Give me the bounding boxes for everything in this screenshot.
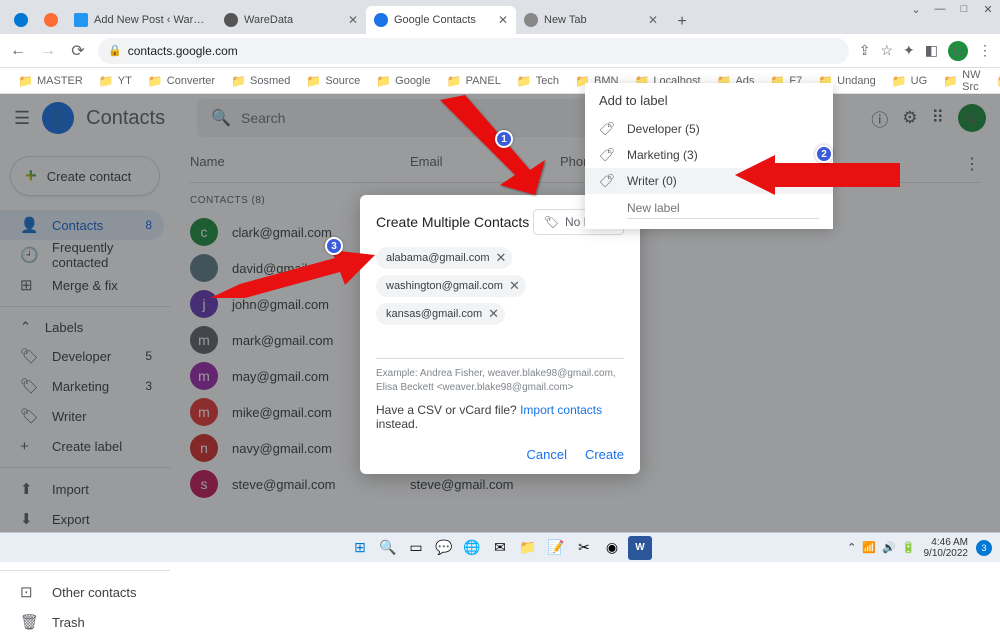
start-button[interactable]: ⊞ xyxy=(348,536,372,560)
tab-4[interactable]: Google Contacts✕ xyxy=(366,6,516,34)
chat-icon[interactable]: 💬 xyxy=(432,536,456,560)
close-icon[interactable]: ✕ xyxy=(982,3,994,15)
sidebar-trash[interactable]: 🗑 Trash xyxy=(0,607,164,637)
word-icon[interactable]: W xyxy=(628,536,652,560)
bookmark-ug[interactable]: 📁UG xyxy=(886,72,933,90)
sidebar-other[interactable]: ⊡ Other contacts xyxy=(0,577,164,607)
star-icon[interactable]: ☆ xyxy=(880,42,893,59)
annotation-badge-2: 2 xyxy=(815,145,833,163)
bookmark-yt[interactable]: 📁YT xyxy=(93,72,138,90)
tab-close-icon[interactable]: ✕ xyxy=(498,13,508,27)
battery-icon[interactable]: 🔋 xyxy=(902,541,916,554)
bookmark-master[interactable]: 📁MASTER xyxy=(12,72,89,90)
tab-2[interactable]: Add New Post ‹ WareData — W... xyxy=(66,6,216,34)
tab-1[interactable] xyxy=(36,6,66,34)
modal-title: Create Multiple Contacts xyxy=(376,214,529,230)
dropdown-title: Add to label xyxy=(585,83,833,116)
minimize-icon[interactable]: — xyxy=(934,3,946,15)
url-text: contacts.google.com xyxy=(128,44,238,58)
notification-badge[interactable]: 3 xyxy=(976,540,992,556)
add-to-label-dropdown: Add to label 🏷Developer (5) 🏷Marketing (… xyxy=(585,83,833,229)
annotation-badge-1: 1 xyxy=(495,130,513,148)
explorer-icon[interactable]: 📁 xyxy=(516,536,540,560)
label-icon: 🏷 xyxy=(599,173,615,189)
label-option-writer[interactable]: 🏷Writer (0) xyxy=(585,168,833,194)
share-icon[interactable]: ⇪ xyxy=(859,42,871,59)
extensions-icon[interactable]: ✦ xyxy=(903,42,915,59)
chrome-icon[interactable]: ◉ xyxy=(600,536,624,560)
annotation-badge-3: 3 xyxy=(325,237,343,255)
bookmarks-bar: 📁MASTER 📁YT 📁Converter 📁Sosmed 📁Source 📁… xyxy=(0,68,1000,94)
windows-taskbar: ⊞ 🔍 ▭ 💬 🌐 ✉ 📁 📝 ✂ ◉ W ⌃ 📶 🔊 🔋 4:46 AM 9/… xyxy=(0,532,1000,562)
mail-icon[interactable]: ✉ xyxy=(488,536,512,560)
bookmark-land[interactable]: 📁Land xyxy=(990,72,1000,90)
cancel-button[interactable]: Cancel xyxy=(527,447,567,462)
browser-chrome: ⌄ — □ ✕ Add New Post ‹ WareData — W... W… xyxy=(0,0,1000,68)
bookmark-sosmed[interactable]: 📁Sosmed xyxy=(225,72,296,90)
chip-remove-icon[interactable]: ✕ xyxy=(496,250,507,266)
bookmark-source[interactable]: 📁Source xyxy=(300,72,366,90)
email-chip[interactable]: kansas@gmail.com✕ xyxy=(376,303,505,325)
profile-avatar[interactable]: U xyxy=(948,41,968,61)
new-tab-button[interactable]: + xyxy=(670,10,694,34)
system-clock[interactable]: 4:46 AM 9/10/2022 xyxy=(924,537,969,559)
archive-icon: ⊡ xyxy=(20,583,38,601)
forward-button[interactable]: → xyxy=(38,41,58,61)
label-icon: 🏷 xyxy=(599,147,615,163)
chip-remove-icon[interactable]: ✕ xyxy=(488,306,499,322)
address-bar[interactable]: 🔒 contacts.google.com xyxy=(98,38,849,64)
search-icon[interactable]: 🔍 xyxy=(376,536,400,560)
new-label-input[interactable] xyxy=(627,198,819,219)
snipping-icon[interactable]: ✂ xyxy=(572,536,596,560)
label-icon: 🏷 xyxy=(544,215,559,229)
reload-button[interactable]: ⟳ xyxy=(68,41,88,61)
label-option-developer[interactable]: 🏷Developer (5) xyxy=(585,116,833,142)
tab-0[interactable] xyxy=(6,6,36,34)
chip-remove-icon[interactable]: ✕ xyxy=(509,278,520,294)
address-row: ← → ⟳ 🔒 contacts.google.com ⇪ ☆ ✦ ◧ U ⋮ xyxy=(0,34,1000,68)
notepad-icon[interactable]: 📝 xyxy=(544,536,568,560)
bookmark-tech[interactable]: 📁Tech xyxy=(511,72,565,90)
window-controls: ⌄ — □ ✕ xyxy=(910,3,994,15)
new-label-row[interactable] xyxy=(585,194,833,223)
browser-tabs: Add New Post ‹ WareData — W... WareData✕… xyxy=(0,0,1000,34)
edge-icon[interactable]: 🌐 xyxy=(460,536,484,560)
create-button[interactable]: Create xyxy=(585,447,624,462)
tray-chevron-icon[interactable]: ⌃ xyxy=(847,541,856,554)
email-chip[interactable]: washington@gmail.com✕ xyxy=(376,275,526,297)
trash-icon: 🗑 xyxy=(20,613,38,631)
maximize-icon[interactable]: □ xyxy=(958,3,970,15)
tab-3[interactable]: WareData✕ xyxy=(216,6,366,34)
label-icon: 🏷 xyxy=(599,121,615,137)
account-switch-icon[interactable]: ◧ xyxy=(925,42,938,59)
create-multiple-modal: Create Multiple Contacts 🏷 No Label alab… xyxy=(360,195,640,474)
contacts-input[interactable] xyxy=(376,331,624,359)
modal-hint: Example: Andrea Fisher, weaver.blake98@g… xyxy=(376,367,624,395)
import-line: Have a CSV or vCard file? Import contact… xyxy=(376,403,624,431)
tab-close-icon[interactable]: ✕ xyxy=(348,13,358,27)
volume-icon[interactable]: 🔊 xyxy=(882,541,896,554)
import-contacts-link[interactable]: Import contacts xyxy=(520,403,602,417)
bookmark-converter[interactable]: 📁Converter xyxy=(142,72,221,90)
bookmark-panel[interactable]: 📁PANEL xyxy=(441,72,507,90)
tab-close-icon[interactable]: ✕ xyxy=(648,13,658,27)
chevron-down-icon[interactable]: ⌄ xyxy=(910,3,922,15)
bookmark-nwsrc[interactable]: 📁NW Src xyxy=(937,67,986,95)
chrome-menu-icon[interactable]: ⋮ xyxy=(978,42,992,59)
email-chip[interactable]: alabama@gmail.com✕ xyxy=(376,247,512,269)
label-option-marketing[interactable]: 🏷Marketing (3) xyxy=(585,142,833,168)
back-button[interactable]: ← xyxy=(8,41,28,61)
bookmark-google[interactable]: 📁Google xyxy=(370,72,436,90)
lock-icon: 🔒 xyxy=(108,44,122,57)
extension-icons: ⇪ ☆ ✦ ◧ U ⋮ xyxy=(859,41,992,61)
wifi-icon[interactable]: 📶 xyxy=(862,541,876,554)
task-view-icon[interactable]: ▭ xyxy=(404,536,428,560)
tab-5[interactable]: New Tab✕ xyxy=(516,6,666,34)
